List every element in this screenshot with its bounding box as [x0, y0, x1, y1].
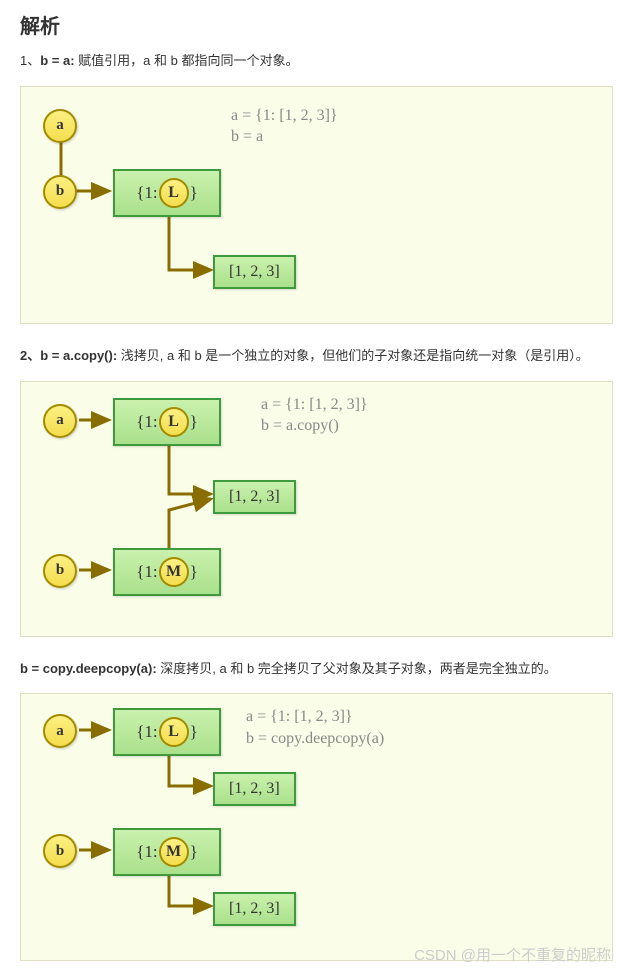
- dict2-prefix: {1:: [136, 842, 157, 862]
- dict-prefix: {1:: [136, 183, 157, 203]
- diagram-deepcopy: a {1: L } [1, 2, 3] b {1: M } [1, 2, 3] …: [20, 693, 613, 961]
- section1-bold: b = a:: [40, 53, 74, 68]
- section1-text: 赋值引用，a 和 b 都指向同一个对象。: [75, 53, 299, 68]
- dict1-prefix: {1:: [136, 412, 157, 432]
- code-text: a = {1: [1, 2, 3]} b = copy.deepcopy(a): [246, 706, 384, 749]
- dict1-suffix: }: [190, 722, 198, 742]
- diagram-shallowcopy: a {1: L } [1, 2, 3] b {1: M } a = {1: [1…: [20, 381, 613, 637]
- dict1-suffix: }: [190, 412, 198, 432]
- code-line1: a = {1: [1, 2, 3]}: [231, 107, 338, 124]
- list-box-2: [1, 2, 3]: [213, 892, 296, 926]
- dict-box-2: {1: M }: [113, 828, 221, 876]
- code-line1: a = {1: [1, 2, 3]}: [261, 396, 368, 413]
- dict2-prefix: {1:: [136, 562, 157, 582]
- diagram-assignment: a b {1: L } [1, 2, 3] a = {1: [1, 2, 3]}…: [20, 86, 613, 324]
- section3-text: 深度拷贝, a 和 b 完全拷贝了父对象及其子对象，两者是完全独立的。: [157, 661, 557, 676]
- var-a-circle: a: [43, 404, 77, 438]
- dict-box-1: {1: L }: [113, 398, 221, 446]
- inner-circle-m: M: [159, 557, 189, 587]
- watermark: CSDN @用一个不重复的昵称: [414, 944, 611, 965]
- section1-num: 1、: [20, 53, 40, 68]
- list-box-1: [1, 2, 3]: [213, 772, 296, 806]
- section2-bold: b = a.copy():: [40, 348, 117, 363]
- code-line2: b = a: [231, 128, 263, 145]
- inner-circle-l: L: [159, 407, 189, 437]
- dict2-suffix: }: [190, 562, 198, 582]
- section2-text: 浅拷贝, a 和 b 是一个独立的对象，但他们的子对象还是指向统一对象（是引用）…: [117, 348, 589, 363]
- section3-description: b = copy.deepcopy(a): 深度拷贝, a 和 b 完全拷贝了父…: [20, 659, 613, 680]
- inner-circle-l: L: [159, 178, 189, 208]
- code-line2: b = copy.deepcopy(a): [246, 730, 384, 747]
- var-a-circle: a: [43, 109, 77, 143]
- dict-suffix: }: [190, 183, 198, 203]
- section3-bold: b = copy.deepcopy(a):: [20, 661, 157, 676]
- dict2-suffix: }: [190, 842, 198, 862]
- inner-circle-m: M: [159, 837, 189, 867]
- code-text: a = {1: [1, 2, 3]} b = a: [231, 105, 338, 148]
- dict1-prefix: {1:: [136, 722, 157, 742]
- list-box: [1, 2, 3]: [213, 480, 296, 514]
- section1-description: 1、b = a: 赋值引用，a 和 b 都指向同一个对象。: [20, 51, 613, 72]
- var-b-circle: b: [43, 175, 77, 209]
- dict-box-2: {1: M }: [113, 548, 221, 596]
- section2-description: 2、b = a.copy(): 浅拷贝, a 和 b 是一个独立的对象，但他们的…: [20, 346, 613, 367]
- dict-box-1: {1: L }: [113, 708, 221, 756]
- code-text: a = {1: [1, 2, 3]} b = a.copy(): [261, 394, 368, 437]
- var-b-circle: b: [43, 554, 77, 588]
- inner-circle-l: L: [159, 717, 189, 747]
- code-line1: a = {1: [1, 2, 3]}: [246, 708, 353, 725]
- code-line2: b = a.copy(): [261, 417, 339, 434]
- page-title: 解析: [20, 10, 613, 39]
- list-box: [1, 2, 3]: [213, 255, 296, 289]
- section2-num: 2、: [20, 348, 40, 363]
- dict-box: {1: L }: [113, 169, 221, 217]
